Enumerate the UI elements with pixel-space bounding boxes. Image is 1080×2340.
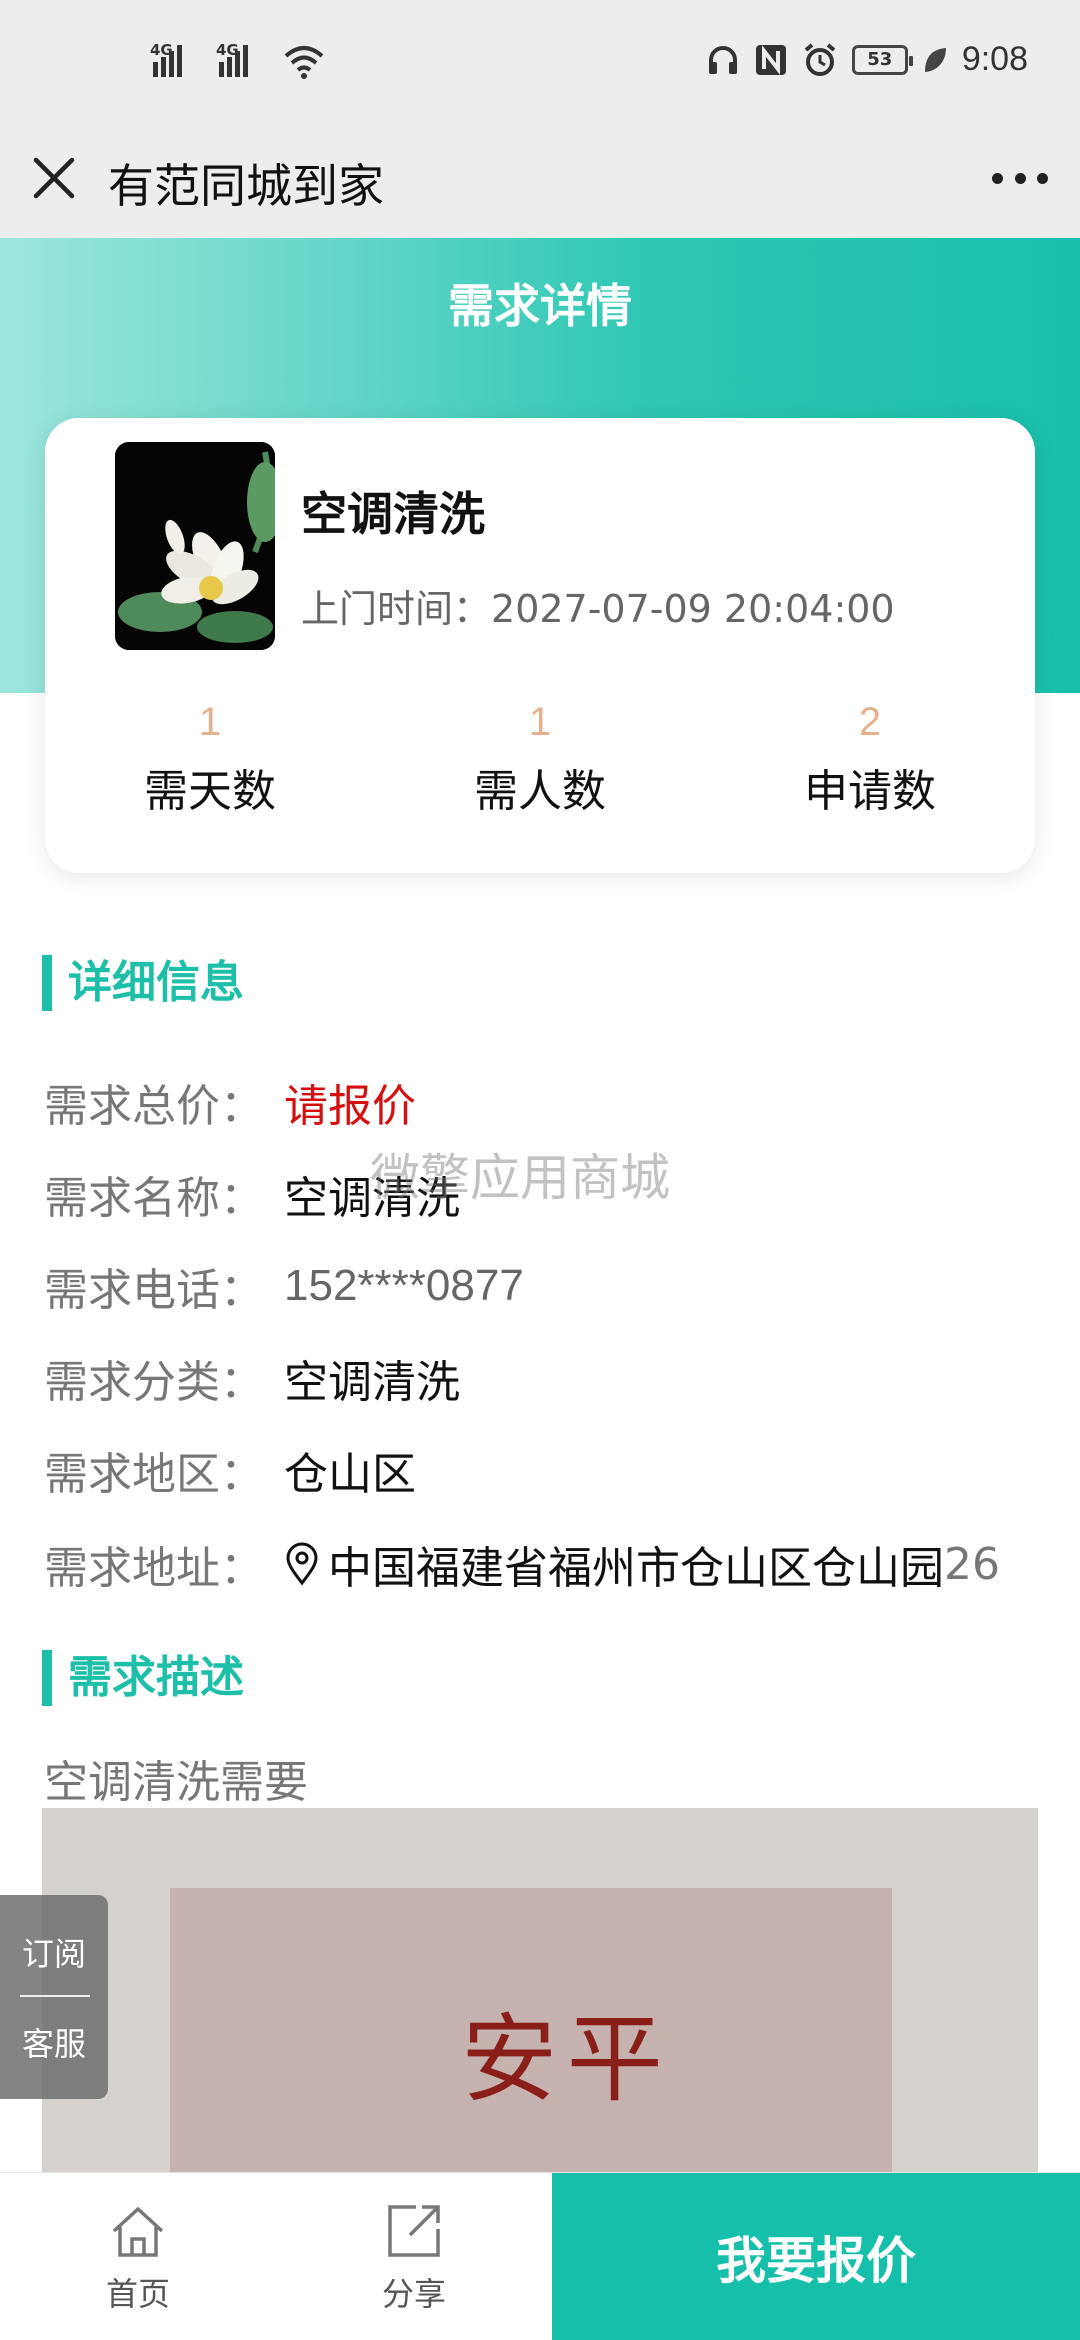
alarm-icon [804,42,836,76]
details-heading: 详细信息 [42,955,244,1011]
detail-key: 需求地址： [44,1543,264,1594]
phone-value[interactable]: 152****0877 [284,1261,524,1311]
divider [20,1995,90,1997]
description-text: 空调清洗需要 [44,1757,308,1808]
nav-bar: 有范同城到家 [0,130,1080,238]
more-icon[interactable] [992,160,1048,196]
floating-panel: 订阅 客服 [0,1895,108,2099]
detail-row-price: 需求总价： 请报价 [44,1072,416,1132]
address-overflow: 26 [944,1538,1000,1590]
signal-icon: 4G [216,41,272,77]
price-value: 请报价 [284,1081,416,1132]
service-thumbnail[interactable] [115,442,275,650]
detail-row-area: 需求地区： 仓山区 [44,1440,416,1500]
watermark: 微擎应用商城 [370,1149,670,1207]
visit-time-label: 上门时间： [301,587,492,631]
status-time: 9:08 [961,40,1028,78]
service-card: 空调清洗 上门时间：2027-07-09 20:04:00 1 需天数 1 需人… [45,418,1035,873]
wifi-icon [284,46,324,79]
stat-days: 1 需天数 [45,700,375,819]
detail-value: 仓山区 [284,1449,416,1500]
stat-people: 1 需人数 [375,700,705,819]
detail-key: 需求名称： [44,1173,264,1224]
stat-value: 1 [198,700,222,744]
location-pin-icon [286,1542,318,1586]
detail-key: 需求电话： [44,1265,264,1316]
quote-button[interactable]: 我要报价 [552,2173,1080,2340]
visit-time-value: 2027-07-09 20:04:00 [491,587,895,631]
detail-key: 需求总价： [44,1081,264,1132]
stat-applications: 2 申请数 [705,700,1035,819]
nav-title: 有范同城到家 [108,159,384,213]
status-right: 53 9:08 [706,40,1028,79]
home-tab-label: 首页 [105,2275,170,2313]
stat-label: 需天数 [144,766,276,817]
subscribe-button[interactable]: 订阅 [0,1929,108,1975]
description-image[interactable]: 平安 [42,1808,1038,2173]
stat-value: 2 [858,700,882,744]
battery-icon: 53 [851,44,913,75]
leaf-icon [924,47,946,72]
home-icon [112,2207,164,2257]
detail-row-address: 需求地址： 中国福建省福州市仓山区仓山园 26 [44,1532,1000,1596]
detail-key: 需求地区： [44,1449,264,1500]
customer-service-button[interactable]: 客服 [0,2019,108,2065]
status-bar: 4G 4G 53 9:08 [0,0,1080,130]
detail-value: 空调清洗 [284,1357,460,1408]
bottom-bar: 首页 分享 我要报价 [0,2172,1080,2340]
stats-row: 1 需天数 1 需人数 2 申请数 [45,700,1035,819]
image-calligraphy: 平安 [444,2008,663,2104]
home-tab[interactable]: 首页 [68,2201,208,2315]
nfc-icon [755,44,786,75]
detail-row-phone: 需求电话： 152****0877 [44,1256,524,1316]
description-heading: 需求描述 [42,1650,244,1706]
share-icon [388,2205,440,2257]
service-name: 空调清洗 [301,487,485,541]
signal-icon: 4G [150,41,206,77]
detail-key: 需求分类： [44,1357,264,1408]
stat-value: 1 [528,700,552,744]
close-icon[interactable] [28,152,80,204]
status-left: 4G 4G [150,41,326,80]
stat-label: 申请数 [804,766,936,817]
visit-time: 上门时间：2027-07-09 20:04:00 [301,578,895,633]
headphones-icon [708,45,737,74]
share-tab[interactable]: 分享 [344,2201,484,2315]
share-tab-label: 分享 [381,2275,446,2313]
page-title: 需求详情 [448,279,632,333]
stat-label: 需人数 [474,766,606,817]
address-value[interactable]: 中国福建省福州市仓山区仓山园 [328,1532,944,1596]
detail-row-category: 需求分类： 空调清洗 [44,1348,460,1408]
